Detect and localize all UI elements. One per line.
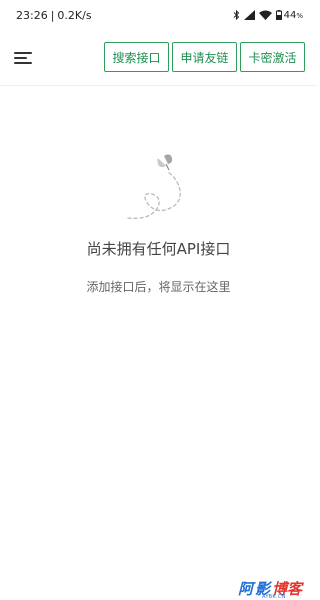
watermark-text-a: 阿 [238,579,254,598]
top-toolbar: 搜索接口 申请友链 卡密激活 [0,40,317,76]
wifi-icon [258,10,272,20]
search-api-button[interactable]: 搜索接口 [104,42,169,72]
status-left: 23:26 | 0.2K/s [16,9,92,22]
battery-icon [275,10,282,20]
status-separator: | [50,8,55,22]
battery-percent: 44% [283,9,303,21]
card-activate-button[interactable]: 卡密激活 [240,42,305,72]
status-bar: 23:26 | 0.2K/s 44% [0,0,317,30]
header-divider [0,85,317,86]
network-speed: 0.2K/s [57,8,92,22]
empty-state-butterfly-illustration [127,154,181,219]
signal-icon [243,10,255,20]
menu-icon[interactable] [14,49,34,67]
empty-state-title: 尚未拥有任何API接口 [86,240,231,258]
status-icons: 44% [233,10,303,21]
empty-state-subtitle: 添加接口后，将显示在这里 [86,280,231,294]
apply-friend-link-button[interactable]: 申请友链 [172,42,237,72]
status-time: 23:26 [16,8,48,22]
battery-indicator: 44% [275,9,303,21]
bluetooth-icon [233,10,239,20]
watermark-domain: AYBK.CN [262,594,286,600]
